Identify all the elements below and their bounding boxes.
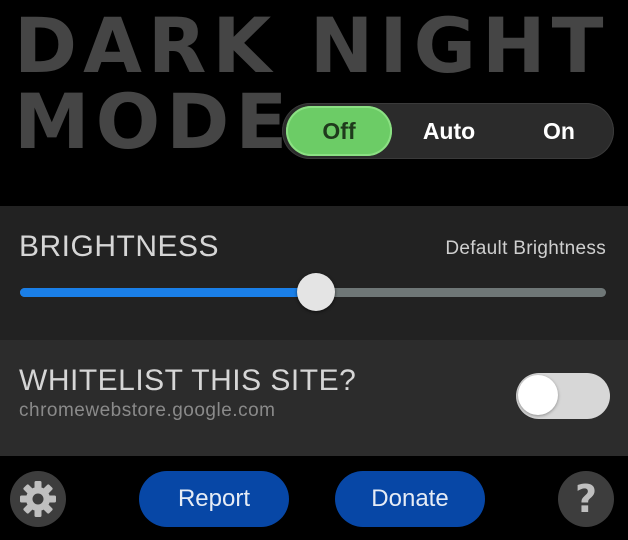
- slider-thumb[interactable]: [297, 273, 335, 311]
- mode-option-auto[interactable]: Auto: [396, 106, 502, 156]
- mode-option-off[interactable]: Off: [286, 106, 392, 156]
- slider-fill: [20, 288, 316, 297]
- brightness-panel: BRIGHTNESS Default Brightness: [0, 206, 628, 340]
- donate-button[interactable]: Donate: [335, 471, 485, 527]
- whitelist-toggle[interactable]: [516, 373, 610, 419]
- header: DARK NIGHT MODE Off Auto On: [0, 0, 628, 206]
- footer: Report Donate ?: [0, 456, 628, 540]
- default-brightness-link[interactable]: Default Brightness: [445, 238, 606, 260]
- mode-option-on[interactable]: On: [506, 106, 612, 156]
- app-title-line-2: MODE: [14, 77, 294, 166]
- brightness-slider[interactable]: [20, 272, 606, 312]
- gear-icon: [20, 481, 56, 517]
- settings-button[interactable]: [10, 471, 66, 527]
- brightness-title: BRIGHTNESS: [19, 230, 220, 263]
- mode-switch: Off Auto On: [282, 103, 614, 159]
- site-url: chromewebstore.google.com: [19, 400, 276, 421]
- app-title-line-1: DARK NIGHT: [14, 1, 610, 90]
- whitelist-title: WHITELIST THIS SITE?: [19, 364, 357, 397]
- dark-night-mode-popup: DARK NIGHT MODE Off Auto On BRIGHTNESS D…: [0, 0, 628, 540]
- toggle-knob[interactable]: [518, 375, 558, 415]
- help-button[interactable]: ?: [558, 471, 614, 527]
- whitelist-panel: WHITELIST THIS SITE? chromewebstore.goog…: [0, 340, 628, 456]
- report-button[interactable]: Report: [139, 471, 289, 527]
- question-mark-icon: ?: [574, 477, 598, 521]
